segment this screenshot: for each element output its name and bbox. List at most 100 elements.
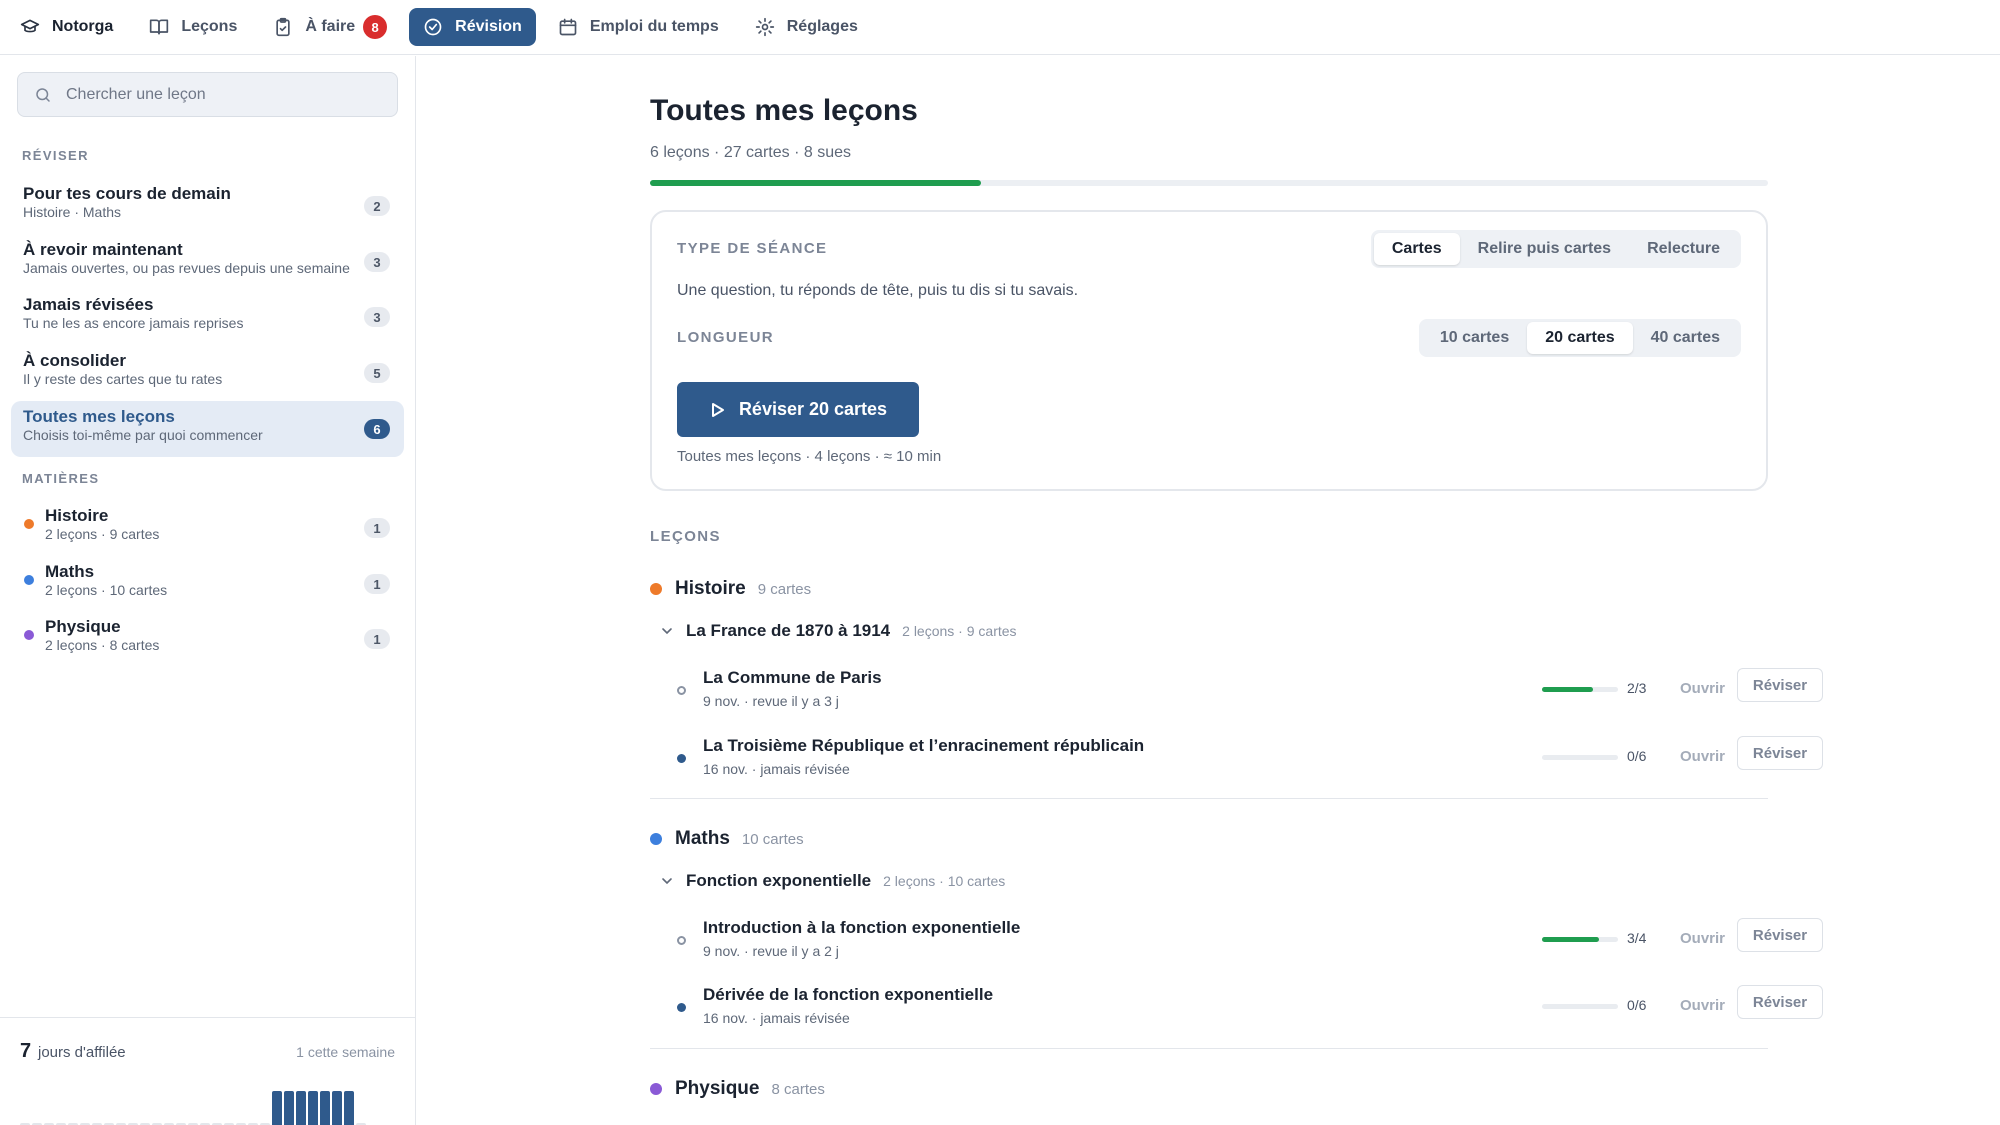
subject-filter-physique[interactable]: Physique 2 leçons · 8 cartes 1	[11, 611, 404, 667]
session-summary: Toutes mes leçons · 4 leçons · ≈ 10 min	[677, 448, 942, 465]
lesson-row: La Commune de Paris 9 nov. · revue il y …	[677, 664, 1823, 722]
lesson-title[interactable]: La Troisième République et l’enracinemen…	[703, 736, 1144, 756]
review-filter-title: Toutes mes leçons	[23, 407, 175, 426]
overall-progress-bar	[650, 180, 1768, 186]
subject-meta: 8 cartes	[771, 1080, 825, 1098]
lesson-row: Introduction à la fonction exponentielle…	[677, 914, 1823, 972]
search-input[interactable]	[66, 85, 386, 104]
nav-tab-todo[interactable]: À faire 8	[259, 8, 401, 46]
nav-tab-lessons[interactable]: Leçons	[135, 8, 251, 46]
review-filter-title: Pour tes cours de demain	[23, 184, 231, 203]
subject-filter-count: 1	[364, 518, 390, 538]
nav-tab-revision[interactable]: Révision	[409, 8, 536, 46]
streak-day-bar	[308, 1091, 318, 1125]
lessons-section-heading: LEÇONS	[650, 528, 721, 545]
review-filter-all-lessons[interactable]: Toutes mes leçons Choisis toi-même par q…	[11, 401, 404, 457]
session-type-reading[interactable]: Relecture	[1629, 233, 1738, 265]
overall-progress-fill	[650, 180, 981, 186]
nav-tab-label: Réglages	[786, 18, 858, 35]
subject-filter-histoire[interactable]: Histoire 2 leçons · 9 cartes 1	[11, 500, 404, 556]
streak-week-count: 1 cette semaine	[296, 1044, 395, 1060]
subject-filter-title: Physique	[45, 617, 121, 636]
chapter-name: La France de 1870 à 1914	[686, 621, 891, 640]
lesson-title[interactable]: Introduction à la fonction exponentielle	[703, 918, 1020, 938]
lesson-progress-fill	[1542, 937, 1599, 942]
calendar-icon	[558, 17, 578, 37]
lesson-score: 0/6	[1627, 997, 1647, 1013]
lesson-title[interactable]: La Commune de Paris	[703, 668, 882, 688]
review-filter-count: 5	[364, 363, 390, 383]
session-length-label: LONGUEUR	[677, 329, 775, 346]
page-title: Toutes mes leçons	[650, 94, 918, 127]
open-lesson-button[interactable]: Ouvrir	[1680, 680, 1725, 697]
lesson-status-dot	[677, 1003, 686, 1012]
lesson-meta: 16 nov. · jamais révisée	[703, 761, 850, 777]
subject-name: Physique	[675, 1078, 760, 1099]
graduation-cap-icon	[20, 17, 40, 37]
start-review-button[interactable]: Réviser 20 cartes	[677, 382, 919, 437]
nav-tab-settings[interactable]: Réglages	[741, 8, 872, 46]
lesson-status-dot	[677, 936, 686, 945]
nav-tab-schedule[interactable]: Emploi du temps	[544, 8, 733, 46]
session-type-read-then-cards[interactable]: Relire puis cartes	[1460, 233, 1629, 265]
length-40-cards[interactable]: 40 cartes	[1633, 322, 1738, 354]
main-content: Toutes mes leçons 6 leçons · 27 cartes ·…	[417, 56, 2000, 1125]
review-filter-tomorrow[interactable]: Pour tes cours de demain Histoire · Math…	[11, 178, 404, 234]
streak-day-bar	[332, 1091, 342, 1125]
session-length-selector: 10 cartes 20 cartes 40 cartes	[1418, 319, 1741, 357]
review-lesson-button[interactable]: Réviser	[1737, 918, 1823, 952]
subject-filter-meta: 2 leçons · 8 cartes	[45, 637, 160, 653]
streak-panel: 7 jours d'affilée 1 cette semaine	[0, 1017, 415, 1125]
session-config-card: TYPE DE SÉANCE Cartes Relire puis cartes…	[650, 210, 1768, 491]
streak-activity-chart	[20, 1073, 396, 1125]
session-type-cards[interactable]: Cartes	[1373, 233, 1460, 265]
chapter-header[interactable]: Fonction exponentielle 2 leçons · 10 car…	[660, 871, 1005, 891]
subject-header-maths: Maths 10 cartes	[650, 828, 804, 850]
review-filter-subtitle: Histoire · Maths	[23, 204, 122, 220]
brand-name: Notorga	[52, 18, 114, 35]
subject-color-dot	[650, 583, 662, 595]
subject-filter-meta: 2 leçons · 10 cartes	[45, 582, 168, 598]
open-lesson-button[interactable]: Ouvrir	[1680, 930, 1725, 947]
streak-day-bar	[296, 1091, 306, 1125]
streak-day-bar	[320, 1091, 330, 1125]
session-type-label: TYPE DE SÉANCE	[677, 240, 828, 257]
review-lesson-button[interactable]: Réviser	[1737, 668, 1823, 702]
review-filter-consolidate[interactable]: À consolider Il y reste des cartes que t…	[11, 345, 404, 401]
nav-tab-label: À faire	[305, 18, 356, 35]
review-filter-subtitle: Il y reste des cartes que tu rates	[23, 371, 223, 387]
lesson-progress-bar	[1542, 687, 1618, 692]
review-lesson-button[interactable]: Réviser	[1737, 736, 1823, 770]
review-filter-count: 6	[364, 419, 390, 439]
open-lesson-button[interactable]: Ouvrir	[1680, 748, 1725, 765]
top-navigation-bar: Notorga Leçons À faire 8 Révision Emploi…	[0, 0, 2000, 55]
search-box[interactable]	[17, 72, 398, 117]
nav-tab-label: Révision	[455, 18, 522, 35]
chevron-down-icon	[662, 628, 672, 635]
subject-filter-title: Histoire	[45, 506, 109, 525]
subject-color-dot	[650, 833, 662, 845]
streak-day-bar	[284, 1091, 294, 1125]
review-lesson-button[interactable]: Réviser	[1737, 985, 1823, 1019]
review-filter-never-reviewed[interactable]: Jamais révisées Tu ne les as encore jama…	[11, 289, 404, 345]
nav-tab-label: Emploi du temps	[589, 18, 719, 35]
lesson-score: 0/6	[1627, 748, 1647, 764]
lesson-meta: 9 nov. · revue il y a 2 j	[703, 943, 839, 959]
lesson-title[interactable]: Dérivée de la fonction exponentielle	[703, 985, 993, 1005]
length-10-cards[interactable]: 10 cartes	[1422, 322, 1527, 354]
review-filter-title: À consolider	[23, 351, 126, 370]
review-filter-review-now[interactable]: À revoir maintenant Jamais ouvertes, ou …	[11, 234, 404, 290]
session-type-description: Une question, tu réponds de tête, puis t…	[677, 282, 1079, 299]
lesson-score: 3/4	[1627, 930, 1647, 946]
review-section-heading: RÉVISER	[22, 148, 89, 163]
chevron-down-icon	[662, 878, 672, 885]
subject-filter-count: 1	[364, 574, 390, 594]
lesson-row: La Troisième République et l’enracinemen…	[677, 732, 1823, 790]
brand-logo[interactable]: Notorga	[20, 8, 127, 46]
length-20-cards[interactable]: 20 cartes	[1527, 322, 1633, 354]
chapter-header[interactable]: La France de 1870 à 1914 2 leçons · 9 ca…	[660, 621, 1017, 641]
open-lesson-button[interactable]: Ouvrir	[1680, 997, 1725, 1014]
nav-tab-label: Leçons	[181, 18, 238, 35]
subject-filter-maths[interactable]: Maths 2 leçons · 10 cartes 1	[11, 556, 404, 612]
lesson-status-dot	[677, 754, 686, 763]
